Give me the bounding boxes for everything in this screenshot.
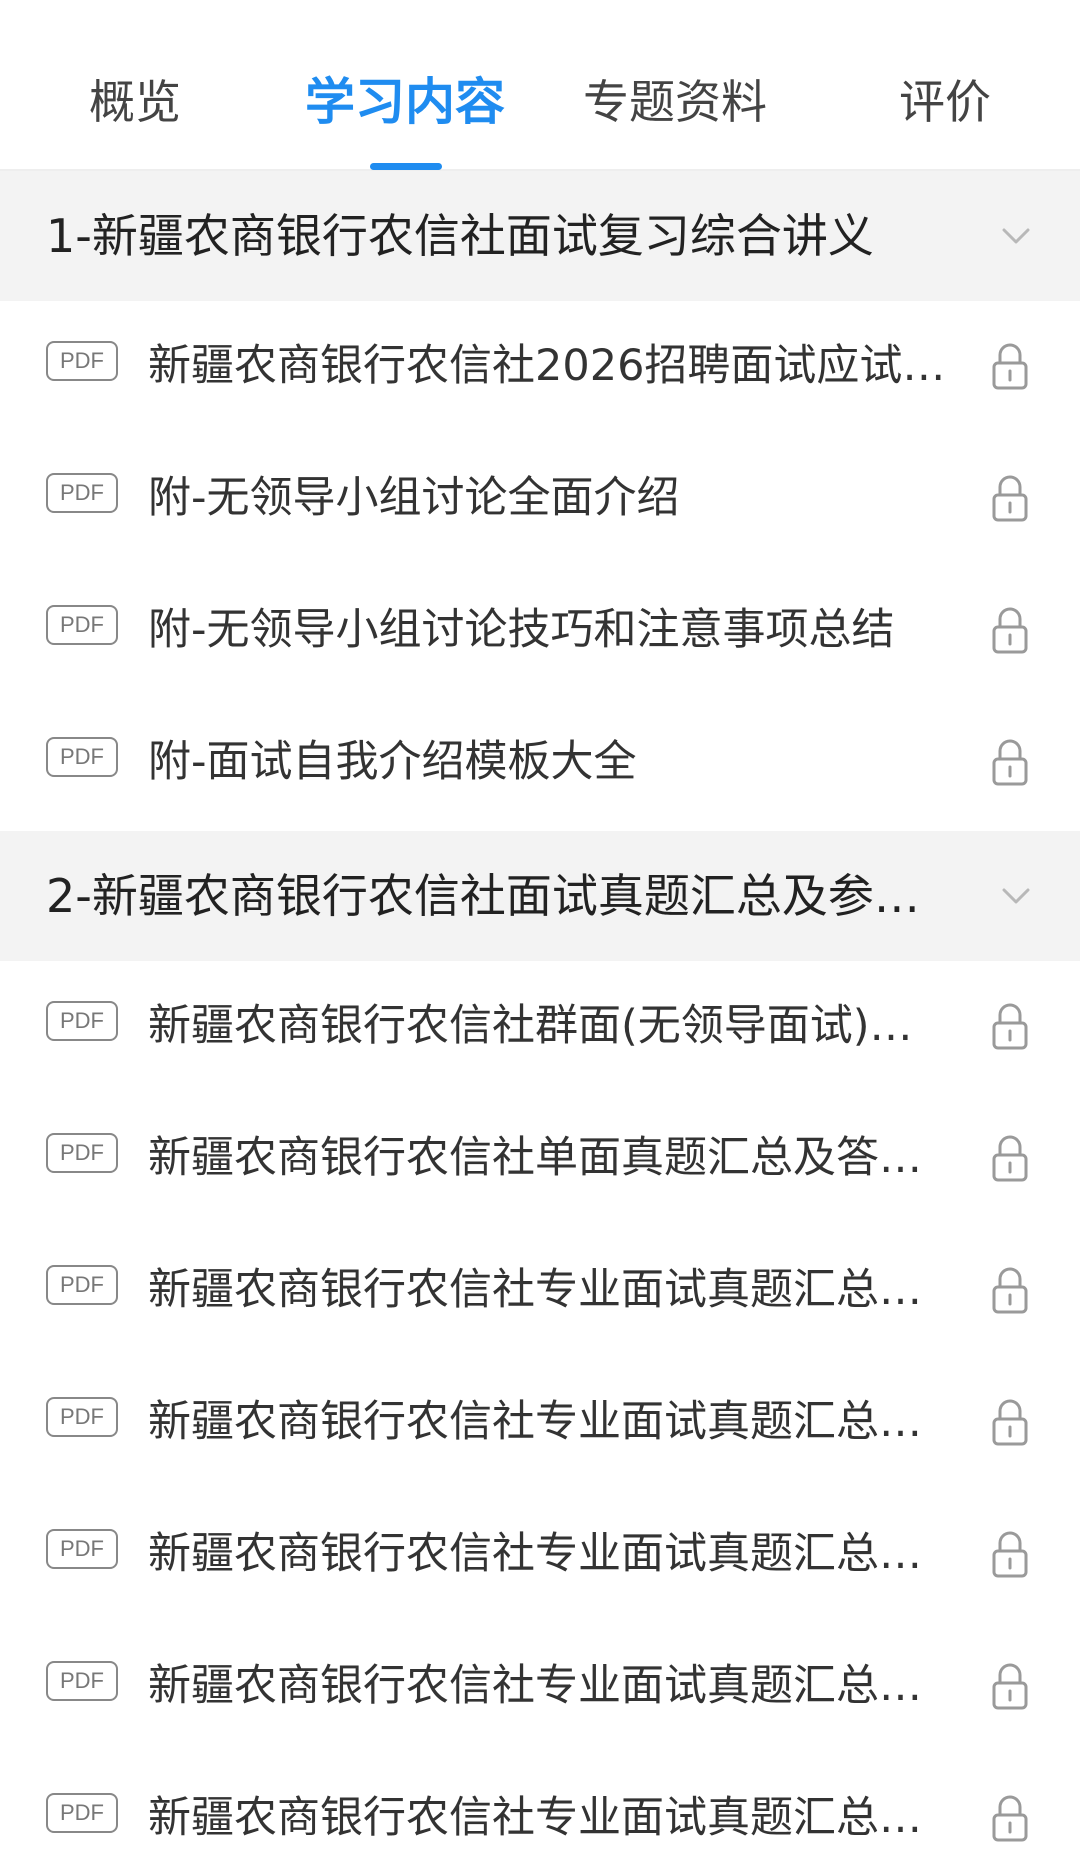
- pdf-badge: PDF: [46, 1133, 118, 1173]
- pdf-badge: PDF: [46, 1661, 118, 1701]
- list-item[interactable]: PDF 新疆农商银行农信社单面真题汇总及答…: [0, 1093, 1080, 1225]
- list-item[interactable]: PDF 新疆农商银行农信社专业面试真题汇总…: [0, 1753, 1080, 1853]
- list-item[interactable]: PDF 附-无领导小组讨论技巧和注意事项总结: [0, 565, 1080, 697]
- item-title: 附-无领导小组讨论全面介绍: [148, 473, 680, 523]
- tab-learning-content[interactable]: 学习内容: [290, 72, 520, 132]
- pdf-badge: PDF: [46, 1001, 118, 1041]
- list-item[interactable]: PDF 新疆农商银行农信社专业面试真题汇总…: [0, 1357, 1080, 1489]
- item-title: 新疆农商银行农信社专业面试真题汇总…: [148, 1397, 922, 1447]
- item-title: 新疆农商银行农信社专业面试真题汇总…: [148, 1793, 922, 1843]
- pdf-badge: PDF: [46, 473, 118, 513]
- tab-topic-materials[interactable]: 专题资料: [575, 72, 775, 132]
- pdf-badge: PDF: [46, 605, 118, 645]
- lock-icon: [992, 607, 1028, 654]
- item-title: 新疆农商银行农信社2026招聘面试应试…: [148, 341, 946, 391]
- item-title: 新疆农商银行农信社专业面试真题汇总…: [148, 1661, 922, 1711]
- item-title: 新疆农商银行农信社单面真题汇总及答…: [148, 1133, 922, 1183]
- item-title: 新疆农商银行农信社群面(无领导面试)…: [148, 1001, 913, 1051]
- lock-icon: [992, 1003, 1028, 1050]
- chevron-down-icon: [1002, 228, 1030, 244]
- lock-icon: [992, 1267, 1028, 1314]
- pdf-badge: PDF: [46, 1265, 118, 1305]
- lock-icon: [992, 1531, 1028, 1578]
- list-item[interactable]: PDF 新疆农商银行农信社2026招聘面试应试…: [0, 301, 1080, 433]
- lock-icon: [992, 475, 1028, 522]
- pdf-badge: PDF: [46, 737, 118, 777]
- lock-icon: [992, 1135, 1028, 1182]
- list-item[interactable]: PDF 附-无领导小组讨论全面介绍: [0, 433, 1080, 565]
- pdf-badge: PDF: [46, 1793, 118, 1833]
- active-tab-indicator: [370, 163, 442, 170]
- pdf-badge: PDF: [46, 341, 118, 381]
- lock-icon: [992, 343, 1028, 390]
- list-item[interactable]: PDF 新疆农商银行农信社群面(无领导面试)…: [0, 961, 1080, 1093]
- lock-icon: [992, 1795, 1028, 1842]
- list-item[interactable]: PDF 新疆农商银行农信社专业面试真题汇总…: [0, 1489, 1080, 1621]
- item-title: 附-无领导小组讨论技巧和注意事项总结: [148, 605, 895, 655]
- item-title: 新疆农商银行农信社专业面试真题汇总…: [148, 1529, 922, 1579]
- section-title: 2-新疆农商银行农信社面试真题汇总及参…: [46, 869, 920, 923]
- section-header-2[interactable]: 2-新疆农商银行农信社面试真题汇总及参…: [0, 831, 1080, 961]
- pdf-badge: PDF: [46, 1397, 118, 1437]
- section-header-1[interactable]: 1-新疆农商银行农信社面试复习综合讲义: [0, 171, 1080, 301]
- tab-bar: 概览 学习内容 专题资料 评价: [0, 0, 1080, 171]
- lock-icon: [992, 739, 1028, 786]
- item-title: 附-面试自我介绍模板大全: [148, 737, 637, 787]
- chevron-down-icon: [1002, 888, 1030, 904]
- list-item[interactable]: PDF 新疆农商银行农信社专业面试真题汇总…: [0, 1621, 1080, 1753]
- lock-icon: [992, 1399, 1028, 1446]
- list-item[interactable]: PDF 新疆农商银行农信社专业面试真题汇总…: [0, 1225, 1080, 1357]
- item-title: 新疆农商银行农信社专业面试真题汇总…: [148, 1265, 922, 1315]
- pdf-badge: PDF: [46, 1529, 118, 1569]
- course-content-page: 概览 学习内容 专题资料 评价 1-新疆农商银行农信社面试复习综合讲义 PDF …: [0, 0, 1080, 1853]
- lock-icon: [992, 1663, 1028, 1710]
- tab-reviews[interactable]: 评价: [875, 72, 1015, 132]
- tab-overview[interactable]: 概览: [60, 72, 210, 132]
- list-item[interactable]: PDF 附-面试自我介绍模板大全: [0, 697, 1080, 829]
- section-title: 1-新疆农商银行农信社面试复习综合讲义: [46, 209, 874, 263]
